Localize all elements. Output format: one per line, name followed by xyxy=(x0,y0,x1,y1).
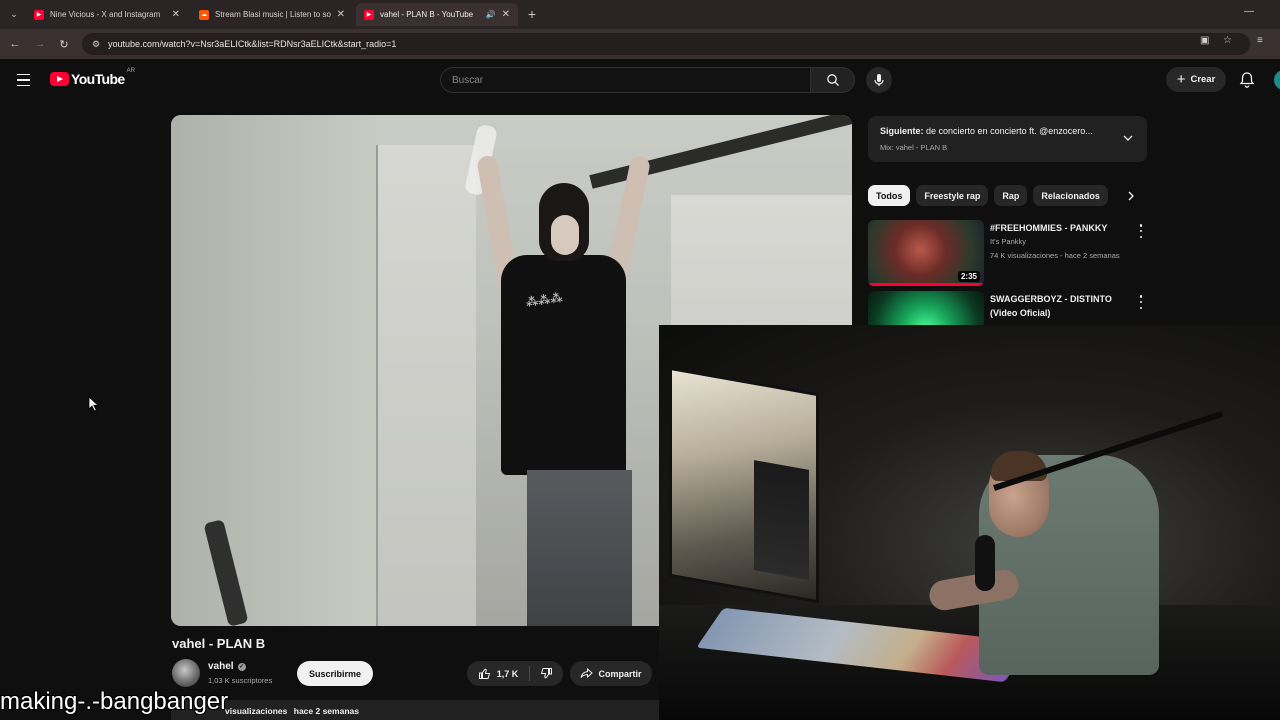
more-actions-icon[interactable] xyxy=(1136,224,1146,238)
bookmark-star-icon[interactable]: ☆ xyxy=(1223,35,1232,46)
forward-arrow-icon[interactable]: → xyxy=(32,36,48,52)
subscriber-count: 1,03 K suscriptores xyxy=(208,676,273,685)
chip-relacionados[interactable]: Relacionados xyxy=(1033,185,1108,206)
thumbs-up-icon xyxy=(478,668,490,679)
create-button[interactable]: + Crear xyxy=(1166,67,1226,92)
site-info-icon[interactable]: ⚙ xyxy=(86,39,106,50)
upload-date: hace 2 semanas xyxy=(293,706,359,716)
chip-freestyle-rap[interactable]: Freestyle rap xyxy=(916,185,989,206)
dislike-button[interactable] xyxy=(530,661,563,686)
create-label: Crear xyxy=(1190,74,1216,85)
tab-title: Stream Blasi music | Listen to so xyxy=(215,10,331,19)
like-dislike-group: 1,7 K xyxy=(467,661,563,686)
voice-search-button[interactable] xyxy=(866,67,892,93)
search-icon xyxy=(826,74,839,86)
chip-rap[interactable]: Rap xyxy=(994,185,1028,206)
browser-tabstrip: ⌄ ▶ Nine Vicious - X and Instagram ✕ ☁ S… xyxy=(0,0,1280,29)
back-arrow-icon[interactable]: ← xyxy=(7,36,23,52)
chevron-right-icon[interactable] xyxy=(1124,189,1138,203)
up-next-panel[interactable]: Siguiente: de concierto en concierto ft.… xyxy=(868,116,1147,162)
search-button[interactable] xyxy=(811,67,855,93)
browser-tab-1[interactable]: ▶ Nine Vicious - X and Instagram ✕ xyxy=(26,3,188,26)
youtube-play-icon xyxy=(50,72,69,86)
chip-todos[interactable]: Todos xyxy=(868,185,911,206)
up-next-title: Siguiente: de concierto en concierto ft.… xyxy=(880,126,1093,136)
browser-tab-2[interactable]: ☁ Stream Blasi music | Listen to so ✕ xyxy=(191,3,353,26)
share-button[interactable]: Compartir xyxy=(570,661,652,686)
tab-title: Nine Vicious - X and Instagram xyxy=(50,10,161,19)
recommendation-item[interactable]: 2:35 #FREEHOMMIES - PANKKY It's Pankky 7… xyxy=(868,220,1158,286)
video-thumbnail[interactable]: 2:35 xyxy=(868,220,984,286)
close-tab-icon[interactable]: ✕ xyxy=(502,9,510,20)
soundcloud-favicon-icon: ☁ xyxy=(199,9,209,20)
video-title[interactable]: SWAGGERBOYZ - DISTINTO (Video Oficial) xyxy=(990,292,1140,320)
notifications-bell-icon[interactable] xyxy=(1238,71,1256,89)
microphone-icon xyxy=(874,74,884,86)
more-actions-icon[interactable] xyxy=(1136,295,1146,309)
channel-name[interactable]: vahel ✓ xyxy=(208,661,246,672)
channel-name[interactable]: It's Pankky xyxy=(990,237,1026,246)
close-tab-icon[interactable]: ✕ xyxy=(172,9,180,20)
view-count-label: visualizaciones xyxy=(225,706,288,716)
video-title[interactable]: #FREEHOMMIES - PANKKY xyxy=(990,221,1140,235)
youtube-masthead: YouTube AR + Crear xyxy=(0,59,1280,101)
url-text: youtube.com/watch?v=Nsr3aELICtk&list=RDN… xyxy=(108,39,397,49)
chevron-down-icon: ⌄ xyxy=(10,8,18,19)
close-tab-icon[interactable]: ✕ xyxy=(337,9,345,20)
minimize-icon[interactable]: — xyxy=(1244,6,1254,17)
up-next-video-title: de concierto en concierto ft. @enzocero.… xyxy=(926,126,1093,136)
new-tab-button[interactable]: + xyxy=(523,5,541,23)
browser-tab-3[interactable]: ▶ vahel - PLAN B - YouTube 🔊 ✕ xyxy=(356,3,518,26)
up-next-mix: Mix: vahel - PLAN B xyxy=(880,143,948,152)
microphone xyxy=(975,535,995,591)
address-bar[interactable]: ⚙ youtube.com/watch?v=Nsr3aELICtk&list=R… xyxy=(82,33,1250,55)
reload-icon[interactable]: ↻ xyxy=(56,36,72,52)
search-box xyxy=(440,67,811,93)
screen: ⌄ ▶ Nine Vicious - X and Instagram ✕ ☁ S… xyxy=(0,0,1280,720)
search-input[interactable] xyxy=(452,74,810,86)
plus-icon: + xyxy=(1176,71,1186,88)
cast-icon[interactable]: ▣ xyxy=(1200,35,1209,46)
video-title-heading: vahel - PLAN B xyxy=(172,636,266,651)
subscribe-button[interactable]: Suscribirme xyxy=(297,661,373,686)
like-button[interactable]: 1,7 K xyxy=(467,661,529,686)
like-count: 1,7 K xyxy=(496,668,519,679)
tab-title: vahel - PLAN B - YouTube xyxy=(380,10,474,19)
tab-search-button[interactable]: ⌄ xyxy=(4,5,24,23)
video-frame xyxy=(171,115,376,626)
verified-check-icon: ✓ xyxy=(237,662,246,671)
mouse-cursor-icon xyxy=(88,396,100,412)
browser-toolbar: ← → ↻ ⚙ youtube.com/watch?v=Nsr3aELICtk&… xyxy=(0,29,1280,59)
channel-avatar[interactable] xyxy=(172,659,200,687)
video-stats: 74 K visualizaciones - hace 2 semanas xyxy=(990,251,1120,260)
stream-caption: making-.-bangbanger xyxy=(0,688,229,715)
share-arrow-icon xyxy=(580,667,594,679)
webcam-overlay xyxy=(659,325,1280,720)
audio-playing-icon[interactable]: 🔊 xyxy=(486,10,496,19)
youtube-favicon-icon: ▶ xyxy=(34,9,44,20)
youtube-favicon-icon: ▶ xyxy=(364,9,374,20)
chevron-down-icon[interactable] xyxy=(1122,132,1134,144)
channel-name-text: vahel xyxy=(208,661,234,672)
hamburger-menu-icon[interactable] xyxy=(14,70,34,90)
account-avatar[interactable] xyxy=(1274,70,1280,90)
share-label: Compartir xyxy=(598,668,642,679)
media-control-icon[interactable]: ≡ xyxy=(1257,35,1263,46)
video-duration: 2:35 xyxy=(957,271,980,282)
logo-wordmark: YouTube xyxy=(71,71,125,87)
up-next-label: Siguiente: xyxy=(880,126,924,136)
youtube-logo[interactable]: YouTube AR xyxy=(50,68,135,87)
filter-chips: Todos Freestyle rap Rap Relacionados xyxy=(868,185,1108,207)
country-code: AR xyxy=(126,68,135,74)
thumbs-down-icon xyxy=(540,668,552,679)
